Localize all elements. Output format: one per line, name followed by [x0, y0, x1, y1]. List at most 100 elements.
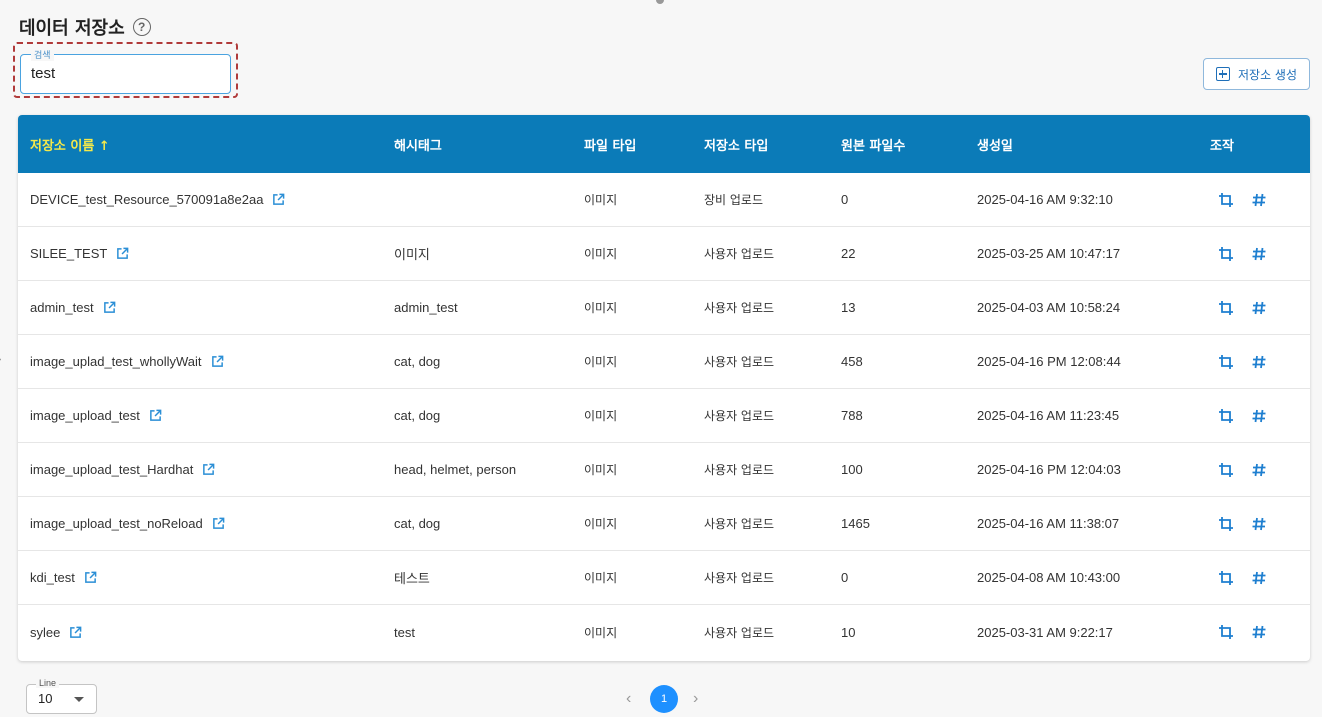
column-header-file-type[interactable]: 파일 타입 [584, 135, 636, 154]
created-date-cell: 2025-04-16 AM 11:38:07 [977, 516, 1120, 531]
help-icon[interactable]: ? [132, 18, 151, 36]
hashtag-icon[interactable] [1251, 192, 1267, 208]
plus-square-icon [1215, 67, 1230, 81]
hashtag-icon[interactable] [1251, 624, 1267, 640]
hashtag-cell: cat, dog [394, 516, 441, 531]
hashtag-cell: 이미지 [394, 247, 430, 262]
repo-type-cell: 사용자 업로드 [704, 247, 775, 261]
crop-icon[interactable] [1218, 300, 1234, 316]
external-link-icon[interactable] [272, 193, 285, 206]
page-header: 데이터 저장소 ? [19, 14, 151, 40]
table-row[interactable]: image_upload_test cat, dog 이미지 사용자 업로드 7… [18, 389, 1310, 443]
crop-icon[interactable] [1218, 246, 1234, 262]
repo-type-cell: 장비 업로드 [704, 193, 764, 207]
hashtag-icon[interactable] [1251, 246, 1267, 262]
repository-name[interactable]: sylee [30, 625, 60, 640]
column-header-actions: 조작 [1210, 138, 1234, 154]
column-header-created[interactable]: 생성일 [977, 135, 1013, 154]
prev-page-button[interactable]: ‹ [626, 690, 631, 708]
file-count-cell: 458 [841, 354, 863, 369]
table-row[interactable]: SILEE_TEST 이미지 이미지 사용자 업로드 22 2025-03-25… [18, 227, 1310, 281]
rows-per-page-select[interactable]: Line 10 [26, 678, 97, 714]
repository-name-cell[interactable]: SILEE_TEST [30, 246, 129, 261]
file-type-cell: 이미지 [584, 571, 618, 585]
crop-icon[interactable] [1218, 462, 1234, 478]
external-link-icon[interactable] [103, 301, 116, 314]
hashtag-icon[interactable] [1251, 300, 1267, 316]
repo-type-cell: 사용자 업로드 [704, 301, 775, 315]
file-count-cell: 0 [841, 570, 849, 585]
repository-name-cell[interactable]: image_upload_test_noReload [30, 516, 225, 531]
table-body: DEVICE_test_Resource_570091a8e2aa 이미지 장비… [18, 173, 1310, 659]
repository-name-cell[interactable]: kdi_test [30, 570, 97, 585]
hashtag-icon[interactable] [1251, 408, 1267, 424]
repository-name-cell[interactable]: image_upload_test [30, 408, 162, 423]
hashtag-icon[interactable] [1251, 354, 1267, 370]
table-row[interactable]: admin_test admin_test 이미지 사용자 업로드 13 202… [18, 281, 1310, 335]
table-row[interactable]: image_upload_test_noReload cat, dog 이미지 … [18, 497, 1310, 551]
crop-icon[interactable] [1218, 354, 1234, 370]
file-count-cell: 100 [841, 462, 863, 477]
table-row[interactable]: kdi_test 테스트 이미지 사용자 업로드 0 2025-04-08 AM… [18, 551, 1310, 605]
repository-name-cell[interactable]: DEVICE_test_Resource_570091a8e2aa [30, 192, 285, 207]
repository-name[interactable]: kdi_test [30, 570, 75, 585]
column-header-name[interactable]: 저장소 이름 ↑ [30, 135, 110, 154]
edge-indicator: › [0, 354, 1, 365]
hashtag-icon[interactable] [1251, 516, 1267, 532]
external-link-icon[interactable] [211, 355, 224, 368]
hashtag-cell: 테스트 [394, 571, 430, 586]
repo-type-cell: 사용자 업로드 [704, 463, 775, 477]
file-count-cell: 13 [841, 300, 856, 315]
created-date-cell: 2025-04-08 AM 10:43:00 [977, 570, 1121, 585]
hashtag-cell: head, helmet, person [394, 462, 517, 477]
created-date-cell: 2025-04-03 AM 10:58:24 [977, 300, 1121, 315]
table-row[interactable]: image_upload_test_Hardhat head, helmet, … [18, 443, 1310, 497]
hashtag-icon[interactable] [1251, 570, 1267, 586]
page-button-current[interactable]: 1 [650, 685, 678, 713]
external-link-icon[interactable] [116, 247, 129, 260]
repo-type-cell: 사용자 업로드 [704, 571, 775, 585]
file-type-cell: 이미지 [584, 193, 618, 207]
external-link-icon[interactable] [69, 626, 82, 639]
external-link-icon[interactable] [84, 571, 97, 584]
repository-name[interactable]: admin_test [30, 300, 94, 315]
crop-icon[interactable] [1218, 408, 1234, 424]
table-row[interactable]: sylee test 이미지 사용자 업로드 10 2025-03-31 AM … [18, 605, 1310, 659]
repository-name-cell[interactable]: image_uplad_test_whollyWait [30, 354, 224, 369]
repository-name[interactable]: image_upload_test_noReload [30, 516, 203, 531]
search-field[interactable]: 검색 [20, 48, 231, 94]
crop-icon[interactable] [1218, 192, 1234, 208]
repository-name[interactable]: image_upload_test_Hardhat [30, 462, 193, 477]
repository-name[interactable]: image_upload_test [30, 408, 140, 423]
crop-icon[interactable] [1218, 516, 1234, 532]
external-link-icon[interactable] [212, 517, 225, 530]
table-row[interactable]: image_uplad_test_whollyWait cat, dog 이미지… [18, 335, 1310, 389]
hashtag-cell: admin_test [394, 300, 458, 315]
created-date-cell: 2025-04-16 AM 9:32:10 [977, 192, 1113, 207]
repo-type-cell: 사용자 업로드 [704, 409, 775, 423]
repository-name[interactable]: DEVICE_test_Resource_570091a8e2aa [30, 192, 263, 207]
next-page-button[interactable]: › [693, 690, 698, 708]
created-date-cell: 2025-04-16 PM 12:04:03 [977, 462, 1121, 477]
hashtag-icon[interactable] [1251, 462, 1267, 478]
page-title: 데이터 저장소 [19, 18, 125, 39]
column-header-repo-type[interactable]: 저장소 타입 [704, 135, 768, 154]
hashtag-cell: test [394, 624, 415, 640]
column-header-hashtag[interactable]: 해시태그 [394, 135, 442, 154]
table-row[interactable]: DEVICE_test_Resource_570091a8e2aa 이미지 장비… [18, 173, 1310, 227]
repository-name[interactable]: image_uplad_test_whollyWait [30, 354, 202, 369]
external-link-icon[interactable] [202, 463, 215, 476]
repository-name-cell[interactable]: sylee [30, 625, 82, 640]
repository-name-cell[interactable]: image_upload_test_Hardhat [30, 462, 215, 477]
repository-name[interactable]: SILEE_TEST [30, 246, 107, 261]
crop-icon[interactable] [1218, 624, 1234, 640]
file-type-cell: 이미지 [584, 625, 618, 640]
repository-name-cell[interactable]: admin_test [30, 300, 116, 315]
column-header-file-count[interactable]: 원본 파일수 [841, 135, 905, 154]
crop-icon[interactable] [1218, 570, 1234, 586]
search-input[interactable] [31, 65, 221, 82]
create-repository-button[interactable]: 저장소 생성 [1203, 58, 1310, 90]
file-type-cell: 이미지 [584, 517, 618, 531]
file-type-cell: 이미지 [584, 463, 618, 477]
external-link-icon[interactable] [149, 409, 162, 422]
